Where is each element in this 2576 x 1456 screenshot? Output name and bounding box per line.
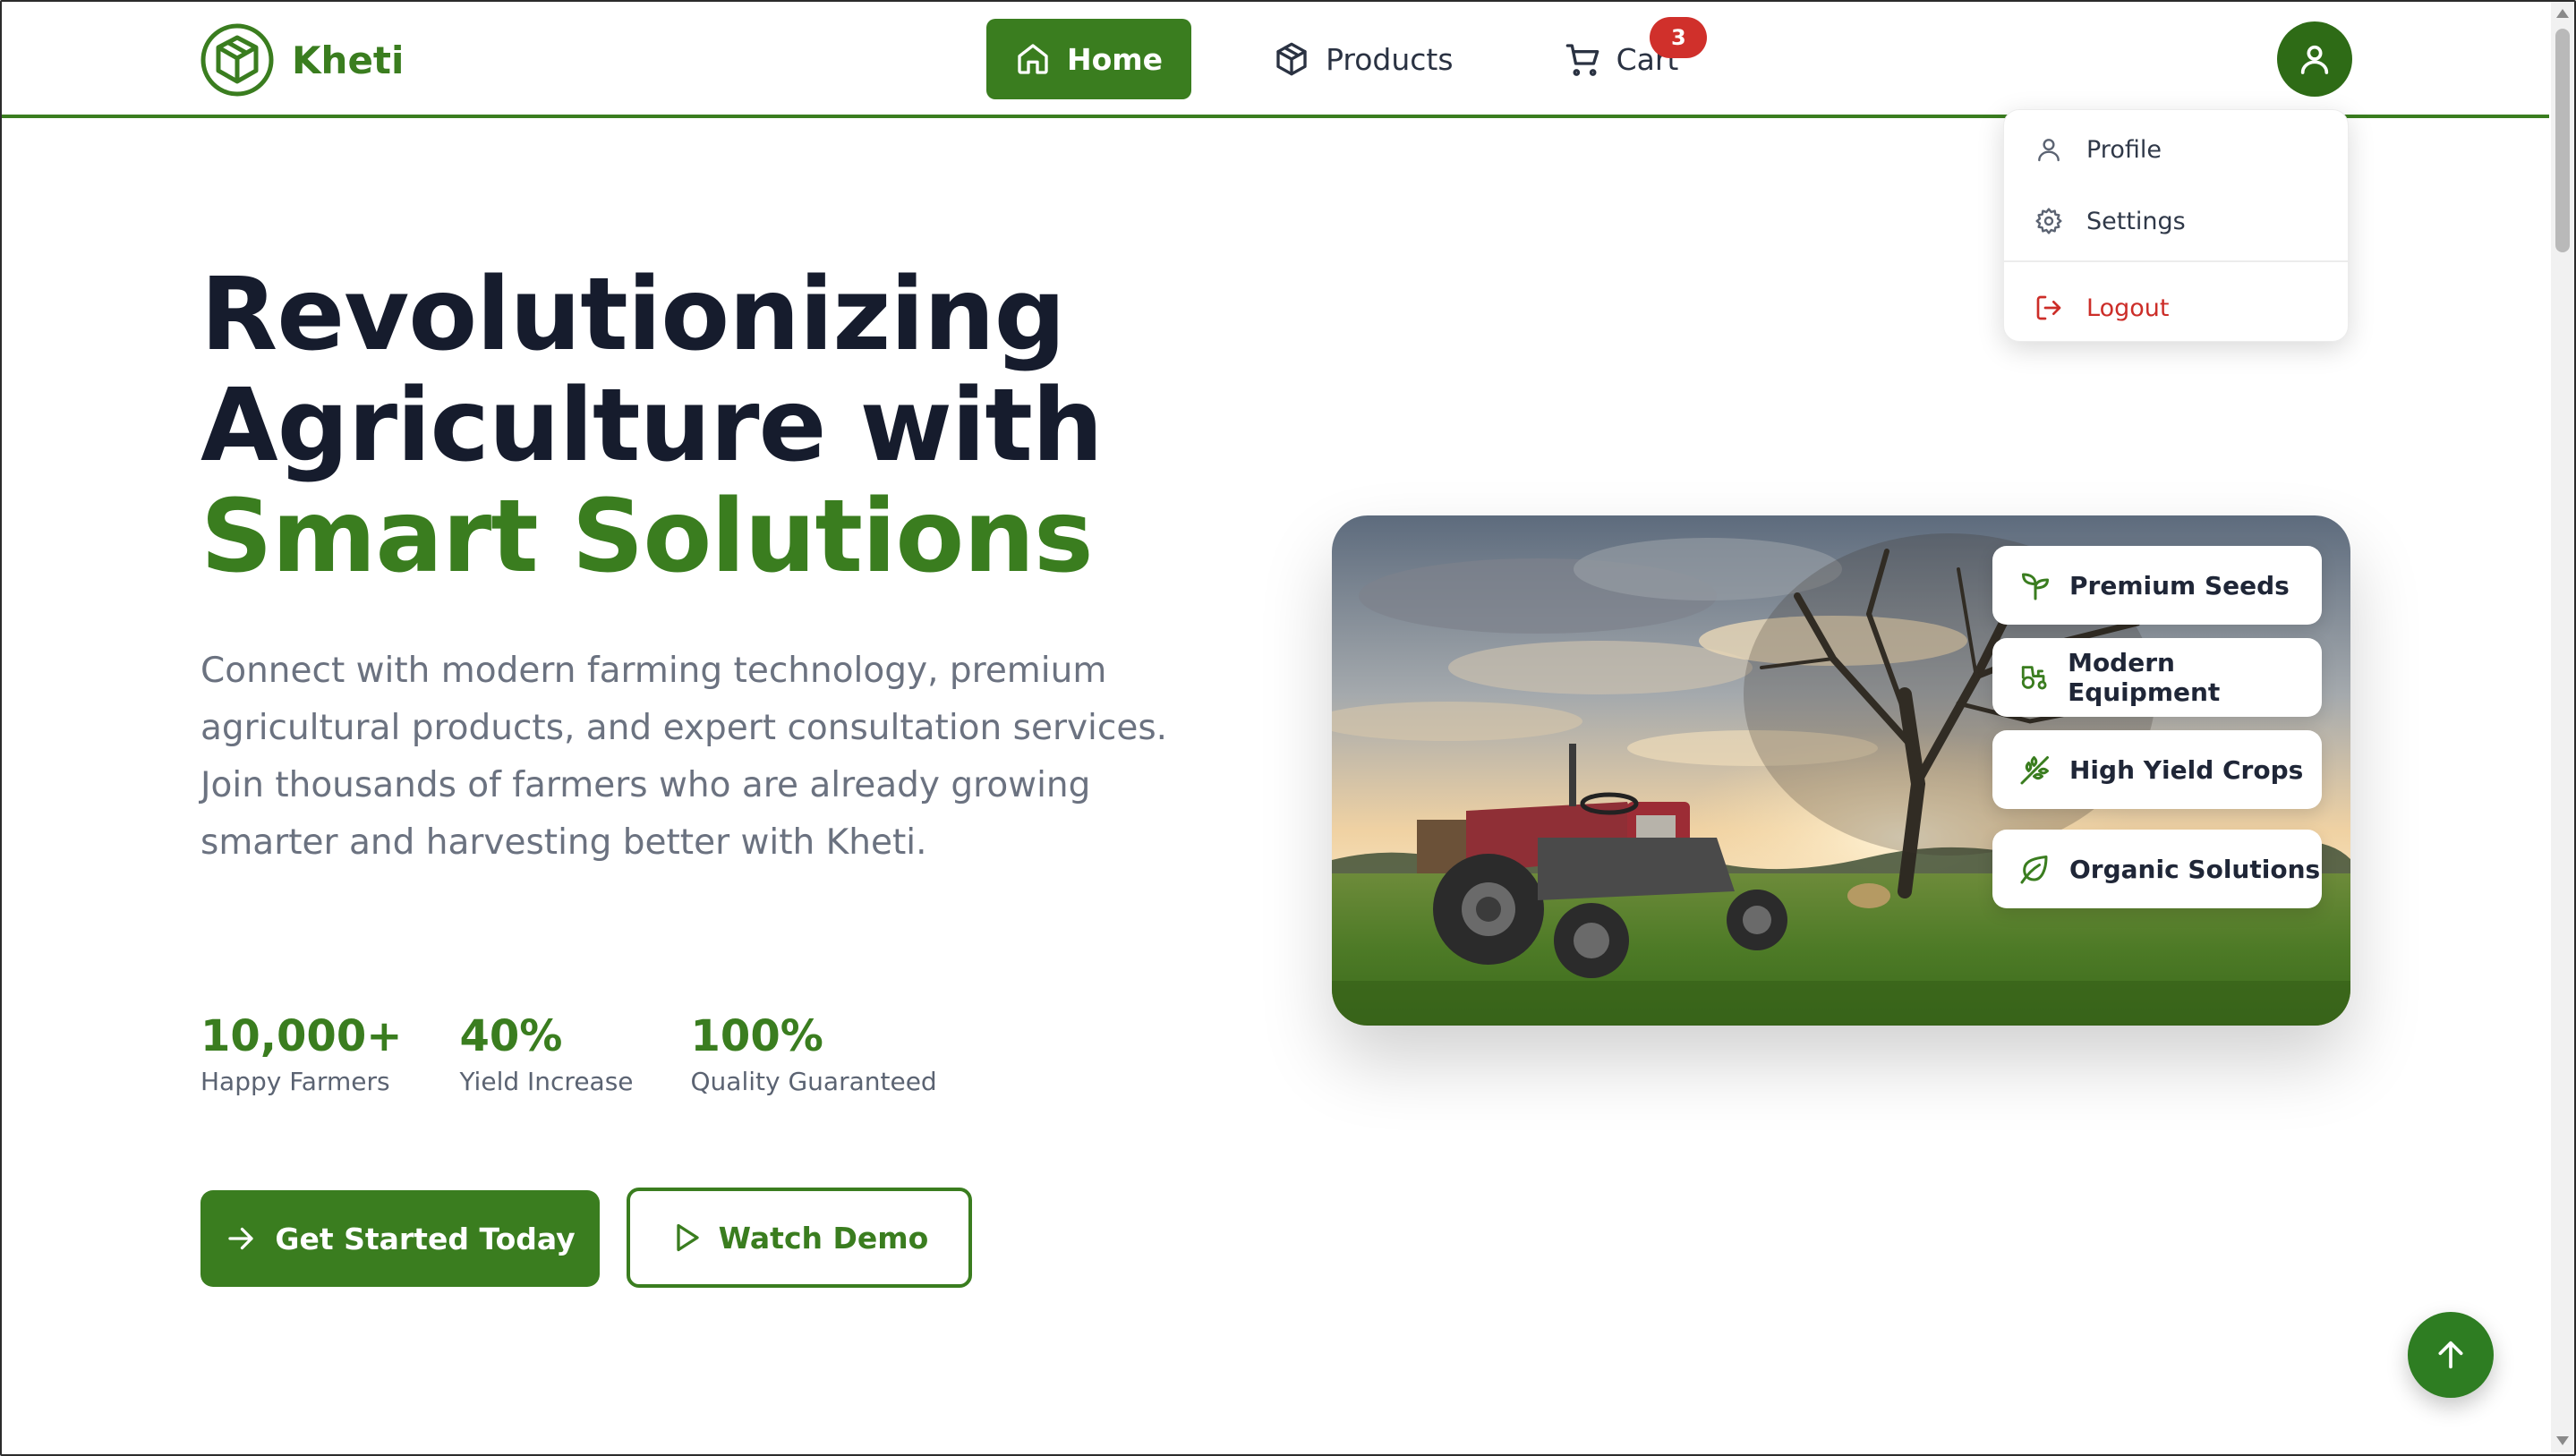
nav-cart[interactable]: Cart 3	[1536, 17, 1708, 99]
hero-title-line2: Agriculture with	[200, 368, 1104, 484]
box-logo-icon	[200, 23, 274, 97]
feature-label: Modern Equipment	[2068, 648, 2221, 707]
stat-quality: 100% Quality Guaranteed	[691, 1009, 937, 1096]
logout-icon	[2036, 295, 2061, 320]
user-menu-button[interactable]	[2277, 21, 2352, 97]
cart-count-badge: 3	[1650, 17, 1708, 58]
watch-demo-button[interactable]: Watch Demo	[627, 1188, 972, 1288]
stat-value: 40%	[459, 1011, 563, 1061]
play-icon	[677, 1223, 699, 1252]
scroll-to-top-button[interactable]	[2408, 1312, 2494, 1398]
user-icon	[2300, 45, 2329, 74]
page-scrollbar[interactable]	[2551, 2, 2574, 1452]
hero-description: Connect with modern farming technology, …	[200, 651, 1168, 863]
hero-title: Revolutionizing Agriculture with Smart S…	[200, 257, 1104, 595]
leaf-icon	[2020, 856, 2048, 884]
hero-title-highlight: Smart Solutions	[200, 479, 1094, 595]
feature-tags: Premium Seeds Modern Equipment High Yiel…	[1992, 546, 2322, 922]
main-nav: Home Products Cart 3	[986, 17, 1708, 99]
menu-item-logout[interactable]: Logout	[2034, 286, 2169, 329]
feature-high-yield-crops: High Yield Crops	[1992, 730, 2322, 809]
menu-item-profile-label: Profile	[2086, 135, 2162, 164]
home-icon	[1018, 44, 1048, 74]
hero-title-line1: Revolutionizing	[200, 257, 1066, 373]
feature-organic-solutions: Organic Solutions	[1992, 830, 2322, 908]
brand[interactable]: Kheti	[200, 23, 404, 97]
scroll-down-arrow-icon[interactable]	[2556, 1436, 2569, 1445]
stat-value: 100%	[690, 1011, 823, 1061]
feature-modern-equipment: Modern Equipment	[1992, 638, 2322, 717]
gear-icon	[2035, 208, 2062, 234]
feature-label: Premium Seeds	[2069, 570, 2290, 600]
arrow-up-icon	[2438, 1341, 2463, 1369]
nav-products[interactable]: Products	[1245, 19, 1482, 99]
watch-demo-label: Watch Demo	[718, 1220, 929, 1256]
tractor-icon	[2021, 666, 2047, 690]
menu-item-logout-label: Logout	[2086, 294, 2170, 322]
menu-item-settings[interactable]: Settings	[2034, 200, 2186, 243]
get-started-label: Get Started Today	[275, 1221, 576, 1256]
arrow-right-icon	[228, 1227, 254, 1250]
stat-value: 10,000+	[200, 1011, 403, 1061]
menu-item-settings-label: Settings	[2086, 207, 2186, 235]
stat-farmers: 10,000+ Happy Farmers	[200, 1009, 402, 1096]
stat-label: Happy Farmers	[200, 1067, 390, 1096]
get-started-button[interactable]: Get Started Today	[200, 1190, 600, 1287]
menu-divider	[2004, 260, 2348, 262]
package-icon	[1276, 42, 1307, 76]
sprout-icon	[2022, 573, 2049, 600]
brand-name: Kheti	[292, 38, 405, 82]
user-dropdown-menu: Profile Settings Logout	[2003, 109, 2349, 342]
hero-stats: 10,000+ Happy Farmers 40% Yield Increase…	[200, 1009, 937, 1096]
nav-products-label: Products	[1326, 41, 1454, 77]
menu-item-profile[interactable]: Profile	[2034, 128, 2162, 171]
stat-label: Yield Increase	[459, 1067, 634, 1096]
stat-yield: 40% Yield Increase	[459, 1009, 633, 1096]
feature-premium-seeds: Premium Seeds	[1992, 546, 2322, 625]
user-icon	[2038, 139, 2060, 162]
cart-icon	[1565, 44, 1599, 76]
nav-home-label: Home	[1067, 41, 1164, 77]
stat-label: Quality Guaranteed	[690, 1067, 937, 1096]
scroll-up-arrow-icon[interactable]	[2556, 9, 2569, 18]
feature-label: High Yield Crops	[2069, 754, 2304, 785]
scrollbar-thumb[interactable]	[2555, 29, 2570, 252]
nav-home[interactable]: Home	[986, 19, 1192, 99]
wheat-icon	[2020, 756, 2049, 785]
top-navbar: Kheti Home Products Cart 3	[2, 2, 2549, 118]
feature-label: Organic Solutions	[2069, 854, 2321, 884]
